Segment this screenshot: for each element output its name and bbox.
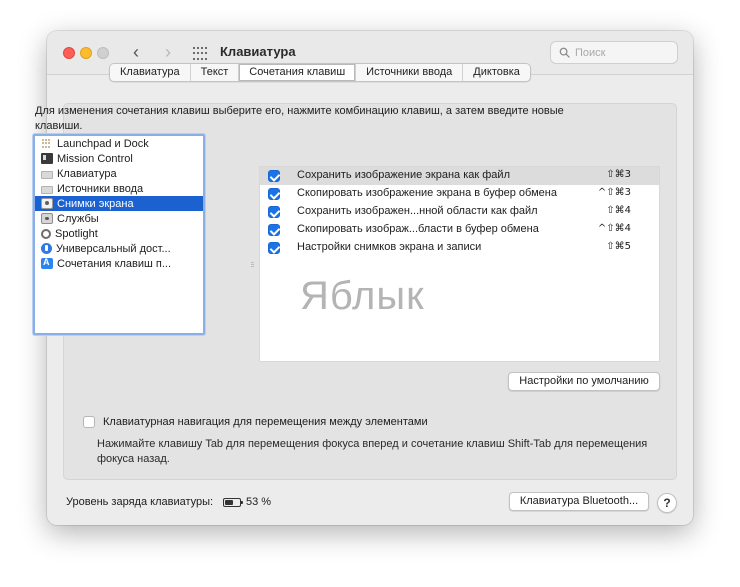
sidebar-item-label: Mission Control [57, 152, 133, 165]
back-chevron-icon[interactable]: ‹ [125, 42, 147, 64]
help-button[interactable]: ? [657, 493, 677, 513]
shortcut-enabled-checkbox[interactable] [268, 242, 280, 254]
sidebar-item-app-shortcuts[interactable]: Сочетания клавиш п... [35, 256, 203, 271]
tab-text[interactable]: Текст [191, 64, 240, 81]
shortcut-enabled-checkbox[interactable] [268, 170, 280, 182]
keyboard-navigation-hint: Нажимайте клавишу Tab для перемещения фо… [97, 438, 648, 465]
sidebar-item-keyboard[interactable]: Клавиатура [35, 166, 203, 181]
shortcut-row[interactable]: Настройки снимков экрана и записи ⇧⌘5 [260, 239, 659, 257]
search-icon [559, 47, 570, 58]
sidebar-item-label: Spotlight [55, 227, 98, 240]
shortcut-keys[interactable]: ⇧⌘4 [606, 205, 631, 216]
tab-bar: Клавиатура Текст Сочетания клавиш Источн… [109, 63, 531, 82]
tab-input-sources[interactable]: Источники ввода [356, 64, 464, 81]
shortcut-list[interactable]: Сохранить изображение экрана как файл ⇧⌘… [259, 166, 660, 362]
sidebar-item-services[interactable]: Службы [35, 211, 203, 226]
launchpad-icon [41, 138, 53, 149]
sidebar-item-label: Клавиатура [57, 167, 117, 180]
battery-value: 53 % [246, 496, 272, 508]
services-icon [41, 213, 53, 224]
minimize-window-button[interactable] [80, 47, 92, 59]
close-window-button[interactable] [63, 47, 75, 59]
shortcut-label: Сохранить изображение экрана как файл [297, 169, 510, 181]
keyboard-icon [41, 185, 53, 194]
shortcut-enabled-checkbox[interactable] [268, 224, 280, 236]
zoom-window-button[interactable] [97, 47, 109, 59]
tab-shortcuts[interactable]: Сочетания клавиш [239, 64, 357, 81]
sidebar-item-launchpad[interactable]: Launchpad и Dock [35, 136, 203, 151]
shortcut-label: Скопировать изображение экрана в буфер о… [297, 187, 557, 199]
mission-control-icon [41, 153, 53, 164]
search-field[interactable] [550, 41, 678, 64]
keyboard-icon [41, 170, 53, 179]
sidebar-item-label: Источники ввода [57, 182, 144, 195]
search-input[interactable] [575, 45, 673, 60]
tab-dictation[interactable]: Диктовка [463, 64, 530, 81]
sidebar-item-mission-control[interactable]: Mission Control [35, 151, 203, 166]
instructions-text: Для изменения сочетания клавиш выберите … [35, 105, 564, 132]
sidebar-item-label: Службы [57, 212, 99, 225]
battery-icon [223, 498, 243, 507]
shortcut-enabled-checkbox[interactable] [268, 206, 280, 218]
shortcut-enabled-checkbox[interactable] [268, 188, 280, 200]
shortcut-row[interactable]: Сохранить изображение экрана как файл ⇧⌘… [260, 167, 659, 185]
window-title: Клавиатура [220, 44, 296, 59]
sidebar-item-label: Сочетания клавиш п... [57, 257, 172, 270]
shortcut-keys[interactable]: ^⇧⌘4 [598, 223, 631, 234]
split-view-handle[interactable] [251, 262, 255, 268]
tab-keyboard[interactable]: Клавиатура [110, 64, 191, 81]
shortcut-label: Настройки снимков экрана и записи [297, 241, 482, 253]
screenshot-icon [41, 198, 53, 209]
sidebar-item-label: Универсальный дост... [56, 242, 171, 255]
forward-chevron-icon[interactable]: › [157, 42, 179, 64]
shortcut-keys[interactable]: ^⇧⌘3 [598, 187, 631, 198]
sidebar-item-input-sources[interactable]: Источники ввода [35, 181, 203, 196]
accessibility-icon [41, 243, 52, 254]
shortcut-keys[interactable]: ⇧⌘3 [606, 169, 631, 180]
shortcut-category-list[interactable]: Launchpad и Dock Mission Control Клавиат… [33, 134, 205, 335]
spotlight-icon [41, 228, 51, 239]
battery-level-fill [225, 500, 233, 505]
keyboard-navigation-checkbox[interactable] [83, 416, 95, 428]
show-all-grid-icon[interactable] [193, 47, 207, 61]
shortcut-row[interactable]: Скопировать изображ...бласти в буфер обм… [260, 221, 659, 239]
bluetooth-keyboard-button[interactable]: Клавиатура Bluetooth... [509, 492, 649, 511]
sidebar-item-label: Снимки экрана [57, 197, 134, 210]
restore-defaults-button[interactable]: Настройки по умолчанию [508, 372, 660, 391]
keyboard-navigation-label[interactable]: Клавиатурная навигация для перемещения м… [103, 416, 428, 428]
shortcut-label: Сохранить изображен...нной области как ф… [297, 205, 538, 217]
shortcut-label: Скопировать изображ...бласти в буфер обм… [297, 223, 539, 235]
app-store-icon [41, 257, 53, 269]
sidebar-item-accessibility[interactable]: Универсальный дост... [35, 241, 203, 256]
watermark-logo: Яблык [300, 274, 425, 318]
shortcut-keys[interactable]: ⇧⌘5 [606, 241, 631, 252]
sidebar-item-label: Launchpad и Dock [57, 137, 149, 150]
sidebar-item-screenshots[interactable]: Снимки экрана [35, 196, 203, 211]
shortcut-row[interactable]: Сохранить изображен...нной области как ф… [260, 203, 659, 221]
sidebar-item-spotlight[interactable]: Spotlight [35, 226, 203, 241]
shortcut-row[interactable]: Скопировать изображение экрана в буфер о… [260, 185, 659, 203]
battery-label: Уровень заряда клавиатуры: [66, 496, 214, 508]
